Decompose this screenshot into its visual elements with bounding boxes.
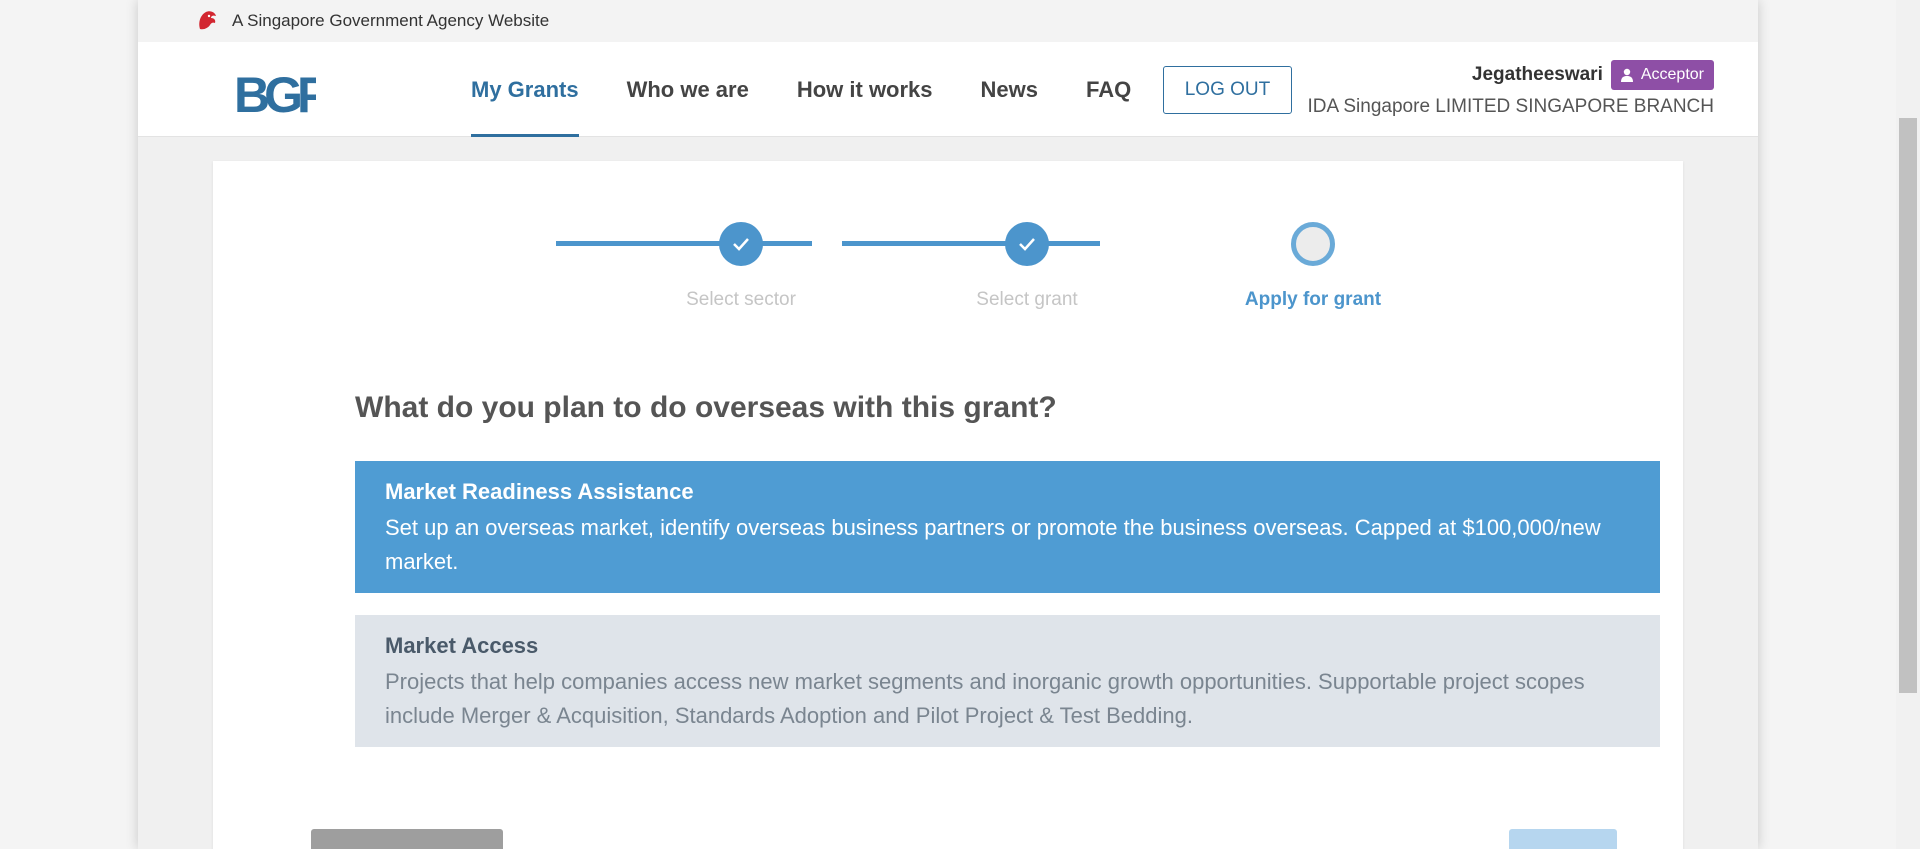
government-banner: A Singapore Government Agency Website	[138, 0, 1758, 42]
option-market-access[interactable]: Market Access Projects that help compani…	[355, 615, 1660, 747]
organization-name: IDA Singapore LIMITED SINGAPORE BRANCH	[1307, 96, 1714, 117]
step-label-select-sector: Select sector	[686, 289, 796, 310]
main-nav: My Grants Who we are How it works News F…	[471, 42, 1179, 137]
logout-button[interactable]: LOG OUT	[1163, 66, 1292, 114]
option-description: Projects that help companies access new …	[385, 669, 1585, 728]
option-description: Set up an overseas market, identify over…	[385, 515, 1601, 574]
nav-who-we-are[interactable]: Who we are	[627, 42, 749, 137]
next-button[interactable]	[1509, 829, 1617, 849]
back-button[interactable]	[311, 829, 503, 849]
step-label-select-grant: Select grant	[976, 289, 1078, 310]
step-1-check-icon	[719, 222, 763, 266]
progress-stepper: Select sector Select grant Apply for gra…	[213, 161, 1683, 361]
role-badge: Acceptor	[1610, 60, 1714, 90]
step-2-check-icon	[1005, 222, 1049, 266]
site-header: BGP My Grants Who we are How it works Ne…	[138, 42, 1758, 137]
page-container: A Singapore Government Agency Website BG…	[138, 0, 1758, 849]
user-icon	[1620, 68, 1633, 82]
role-label: Acceptor	[1640, 66, 1704, 83]
question-heading: What do you plan to do overseas with thi…	[355, 391, 1057, 424]
nav-faq[interactable]: FAQ	[1086, 42, 1131, 137]
merlion-icon	[199, 11, 216, 30]
step-connector	[556, 241, 812, 246]
nav-how-it-works[interactable]: How it works	[797, 42, 933, 137]
svg-text:BGP: BGP	[234, 72, 316, 116]
bgp-logo[interactable]: BGP	[234, 72, 316, 116]
government-banner-text: A Singapore Government Agency Website	[232, 11, 550, 30]
user-name: Jegatheeswari	[1471, 64, 1603, 85]
option-title: Market Access	[385, 633, 539, 658]
step-connector	[842, 241, 1100, 246]
step-3-current-icon	[1291, 222, 1335, 266]
option-market-readiness-assistance[interactable]: Market Readiness Assistance Set up an ov…	[355, 461, 1660, 593]
scrollbar-thumb[interactable]	[1899, 118, 1917, 693]
user-info: Jegatheeswari Acceptor IDA Singapore LIM…	[1307, 60, 1714, 118]
option-title: Market Readiness Assistance	[385, 479, 694, 504]
page-scrollbar[interactable]	[1896, 0, 1920, 849]
application-card: Select sector Select grant Apply for gra…	[213, 161, 1683, 849]
nav-my-grants[interactable]: My Grants	[471, 42, 579, 137]
step-label-apply-for-grant: Apply for grant	[1244, 289, 1382, 310]
nav-news[interactable]: News	[981, 42, 1038, 137]
